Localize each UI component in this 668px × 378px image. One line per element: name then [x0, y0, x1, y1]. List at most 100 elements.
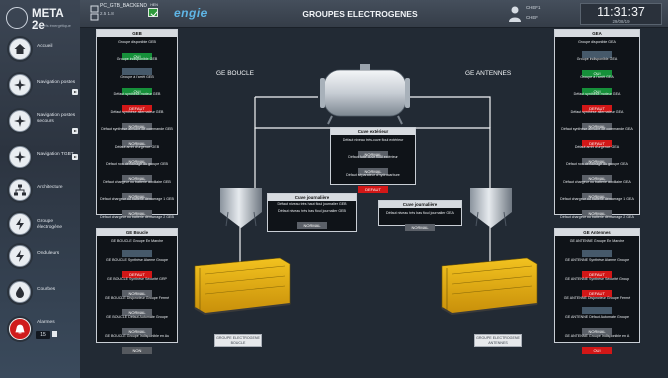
signal-label: GE BOUCLE Synthèse Sécurité GRP — [107, 276, 167, 281]
expand-arrow-icon[interactable] — [72, 154, 78, 160]
generator-antennes-label: GROUPE ELECTROGENE ANTENNES — [474, 334, 522, 347]
sidebar-item-onduleurs[interactable]: Onduleurs — [0, 243, 80, 273]
signal-label: Défaut arrêt d'urgence GEA — [574, 144, 620, 149]
signal-row: Défaut séparateur d'hydrocarbure DEFAUT — [333, 172, 413, 193]
sidebar-item-groupe-electrogene[interactable]: Groupe électrogène — [0, 211, 80, 241]
signal-row: GE ANTENNE Disjoncteur Groupe Fermé — [557, 296, 637, 314]
signal-label: Défaut niveau très-cuve fioul extérieur — [342, 137, 404, 142]
clock: 11:31:37 29/08/19 — [580, 3, 662, 25]
signal-label: Groupe indisponible GEB — [116, 57, 158, 61]
sidebar-item-label: Accueil — [37, 44, 53, 49]
signal-label: Défaut chargeur ou batterie démarrage 1 … — [100, 197, 174, 201]
panel-body: Défaut niveau très bas fioul journalier … — [379, 208, 461, 231]
sidebar-item-navigation-postes-secours[interactable]: Navigation postes secours — [0, 108, 80, 138]
panel-title: GEB — [97, 30, 177, 37]
signal-label: GE BOUCLE Groupe Indisponible en Au — [104, 333, 170, 338]
signal-label: Défaut niveau très haut fioul journalier… — [277, 202, 347, 206]
signal-value[interactable]: NON — [122, 346, 152, 354]
signal-row: Défaut synthèse moteur GEA DEFAUT — [557, 92, 637, 112]
signal-label: GE BOUCLE Synthèse Alarme Groupe — [105, 257, 169, 262]
signal-value[interactable] — [122, 68, 152, 75]
signal-row: Groupe disponible GEA — [557, 40, 637, 58]
expand-arrow-icon[interactable] — [72, 89, 78, 95]
station-name: PC_GTB_BACKEND — [100, 3, 147, 9]
signal-row: Défaut chargeur ou batterie auxiliaire G… — [99, 180, 175, 200]
sidebar-item-label: Navigation postes — [37, 80, 76, 85]
signal-label: Défaut synthèse alternateur GEB — [110, 109, 164, 114]
signal-label: Défaut chargeur ou batterie démarrage 2 … — [560, 214, 634, 219]
sidebar-item-accueil[interactable]: Accueil — [0, 36, 80, 66]
generator-antennes — [441, 257, 538, 316]
day-tank-right — [470, 188, 512, 228]
signal-row: Défaut niveau très bas fioul journalier … — [270, 208, 354, 229]
meta-logo-icon — [6, 7, 28, 29]
panel-body: Défaut niveau très-cuve fioul extérieur N… — [331, 135, 415, 193]
signal-row: Groupe indisponible GEB — [99, 57, 175, 75]
signal-label: Défaut synthèse moteur GEB — [113, 92, 161, 96]
home-icon — [9, 38, 31, 60]
expand-arrow-icon[interactable] — [72, 128, 78, 134]
signal-label: Défaut chargeur ou batterie démarrage 2 … — [100, 214, 174, 219]
panel-title: Cuve journalière — [268, 194, 356, 201]
signal-row: Défaut fuite cuve fioul extérieur NORMAL — [333, 155, 413, 175]
signal-label: GE ANTENNE Synthèse Sécurité Group — [564, 276, 630, 281]
signal-row: Défaut non démarrage du groupe GEB NORMAL — [99, 162, 175, 182]
signal-row: GE BOUCLE Synthèse Sécurité GRP NORMAL — [99, 276, 175, 297]
panel-body: Groupe disponible GEB OUI Groupe indispon… — [97, 37, 177, 252]
signal-label: Défaut synthèse moteur GEA — [573, 92, 621, 96]
app-logo[interactable]: META 2e aéronefs énergétique — [6, 6, 78, 32]
signal-row: Défaut chargeur ou batterie auxiliaire G… — [557, 180, 637, 200]
clock-time: 11:31:37 — [597, 5, 645, 19]
signal-value[interactable] — [122, 249, 152, 257]
signal-row: GE ANTENNE Défaut Automate Groupe NORMAL — [557, 315, 637, 335]
signal-row: Défaut chargeur ou batterie démarrage 1 … — [557, 197, 637, 217]
signal-row: GE ANTENNE Groupe Indisponible en A OUI — [557, 334, 637, 354]
signal-row: GE BOUCLE Disjoncteur Groupe Fermé NORMAL — [99, 295, 175, 316]
panel-body: Défaut niveau très haut fioul journalier… — [268, 201, 356, 229]
app-subtitle: aéronefs énergétique — [33, 23, 71, 28]
user-icon[interactable] — [508, 5, 522, 23]
signal-row: Défaut synthèse alternateur GEA NORMAL — [557, 110, 637, 130]
sidebar-item-courbes[interactable]: Courbes — [0, 279, 80, 309]
signal-value[interactable]: OUI — [582, 346, 612, 354]
day-tank-left — [220, 188, 262, 228]
panel-gea: GEA Groupe disponible GEA Groupe indispo… — [554, 29, 640, 252]
signal-row: Défaut non démarrage du groupe GEA NORMAL — [557, 162, 637, 182]
signal-label: GE BOUCLE Groupe En Marche — [110, 238, 164, 243]
alarm-bell-icon — [9, 318, 31, 340]
main-synoptic: GE BOUCLE GE ANTENNES GROUPE ELECTROGENE… — [80, 28, 668, 378]
signal-label: GE ANTENNE Disjoncteur Groupe Fermé — [563, 295, 631, 300]
signal-value[interactable] — [582, 306, 612, 314]
signal-row: Défaut arrêt d'urgence GEA NORMAL — [557, 144, 637, 165]
sidebar-item-label: Architecture — [37, 185, 63, 190]
caption-ge-antennes: GE ANTENNES — [465, 70, 512, 77]
sidebar-item-label: Navigation postes secours — [37, 113, 76, 124]
signal-label: Défaut niveau très bas fioul journalier … — [278, 208, 346, 213]
panel-ge-boucle: GE Boucle GE BOUCLE Groupe En Marche GE … — [96, 228, 178, 354]
generator-boucle-label: GROUPE ELECTROGENE BOUCLE — [214, 334, 262, 347]
signal-label: GE ANTENNE Synthèse Alarme Groupe — [564, 257, 630, 262]
signal-value[interactable]: NORMAL — [297, 221, 327, 229]
signal-label: Défaut séparateur d'hydrocarbure — [346, 172, 400, 177]
signal-label: GE BOUCLE Défaut Automate Groupe — [106, 314, 168, 319]
check-icon — [148, 8, 158, 17]
expand-arrow-icon[interactable] — [52, 331, 57, 337]
sidebar-item-label: Onduleurs — [37, 251, 60, 256]
sidebar-item-navigation-tgbt[interactable]: Navigation TGBT — [0, 144, 80, 174]
alarm-count-badge[interactable]: 15 — [36, 331, 50, 339]
panel-geb: GEB Groupe disponible GEB OUI Groupe indi… — [96, 29, 178, 252]
panel-body: GE BOUCLE Groupe En Marche GE BOUCLE Syn… — [97, 236, 177, 354]
panel-cuve-journaliere-gea: Cuve journalière Défaut niveau très bas … — [378, 200, 462, 231]
sidebar-item-architecture[interactable]: Architecture — [0, 177, 80, 207]
main-fuel-tank — [320, 64, 410, 125]
signal-row: Groupe disponible GEB OUI — [99, 40, 175, 60]
network-icon — [9, 179, 31, 201]
signal-value[interactable] — [582, 249, 612, 257]
sidebar-item-navigation-postes[interactable]: Navigation postes — [0, 72, 80, 102]
signal-label: GE BOUCLE Disjoncteur Groupe Fermé — [104, 295, 170, 300]
signal-row: Défaut chargeur ou batterie démarrage 1 … — [99, 197, 175, 217]
signal-row: Défaut synthèse armoire de commande GEB N… — [99, 127, 175, 147]
signal-value[interactable]: DEFAUT — [358, 185, 388, 193]
signal-value[interactable]: NORMAL — [405, 223, 435, 231]
panel-title: Cuve extérieur — [331, 128, 415, 135]
